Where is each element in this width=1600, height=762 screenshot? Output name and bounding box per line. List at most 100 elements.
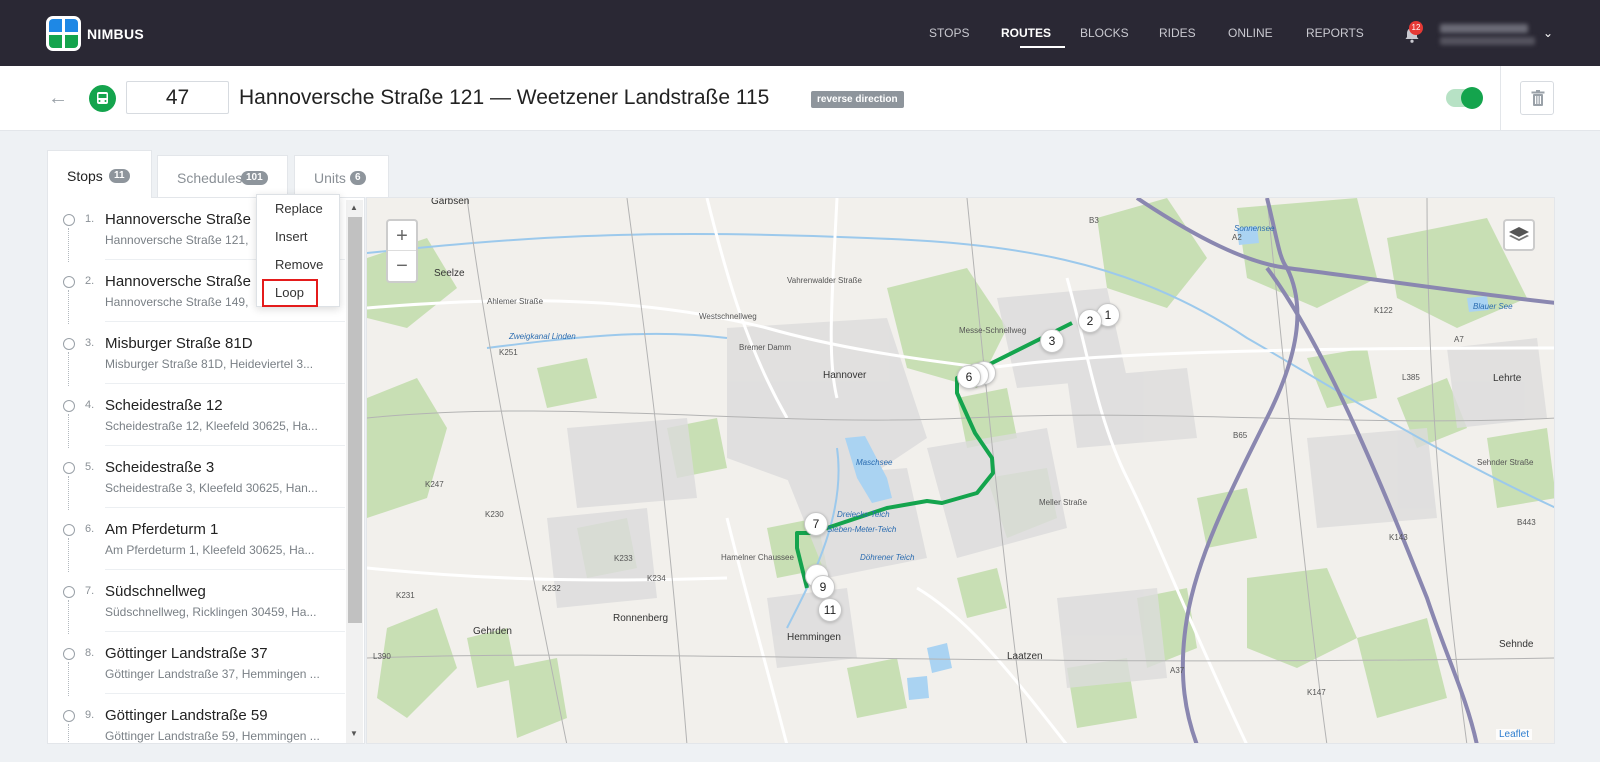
- top-navbar: NIMBUS STOPS ROUTES BLOCKS RIDES ONLINE …: [0, 0, 1600, 66]
- water-label: Maschsee: [856, 458, 893, 467]
- stop-marker-11[interactable]: 11: [818, 598, 842, 622]
- menu-item-insert[interactable]: Insert: [257, 223, 341, 251]
- stop-item[interactable]: 8. Göttinger Landstraße 37 Göttinger Lan…: [48, 632, 346, 696]
- stop-address: Scheidestraße 3, Kleefeld 30625, Han...: [105, 481, 318, 495]
- stop-address: Misburger Straße 81D, Heideviertel 3...: [105, 357, 314, 371]
- road-label: Meller Straße: [1039, 498, 1088, 507]
- direction-badge: reverse direction: [811, 91, 904, 108]
- layers-icon: [1509, 227, 1529, 241]
- water-label: Sieben-Meter-Teich: [827, 525, 897, 534]
- nav-blocks[interactable]: BLOCKS: [1080, 26, 1129, 40]
- stop-radio[interactable]: [63, 524, 75, 536]
- stop-number: 4.: [85, 399, 95, 411]
- nav-active-underline: [1020, 46, 1065, 48]
- stop-radio[interactable]: [63, 586, 75, 598]
- leaflet-attribution-link[interactable]: Leaflet: [1496, 729, 1533, 740]
- place-label: Seelze: [434, 268, 465, 279]
- stop-number: 5.: [85, 461, 95, 473]
- brand[interactable]: NIMBUS: [46, 16, 144, 51]
- stop-radio[interactable]: [63, 276, 75, 288]
- stop-item[interactable]: 9. Göttinger Landstraße 59 Göttinger Lan…: [48, 694, 346, 743]
- route-map[interactable]: Garbsen Seelze Hannover Ronnenberg Gehrd…: [366, 197, 1555, 744]
- stop-number: 9.: [85, 709, 95, 721]
- stop-marker-6[interactable]: 6: [957, 365, 981, 389]
- chevron-down-icon[interactable]: ⌄: [1543, 26, 1553, 40]
- stop-context-menu: Replace Insert Remove Loop: [256, 194, 340, 307]
- stop-number: 7.: [85, 585, 95, 597]
- scrollbar-thumb[interactable]: [348, 217, 362, 623]
- stop-address: Göttinger Landstraße 37, Hemmingen ...: [105, 667, 320, 681]
- stop-name: Göttinger Landstraße 37: [105, 645, 268, 662]
- tab-units-count: 6: [350, 171, 366, 185]
- stop-marker-7[interactable]: 7: [804, 512, 828, 536]
- stop-item[interactable]: 7. Südschnellweg Südschnellweg, Rickling…: [48, 570, 346, 634]
- map-tiles: [367, 198, 1554, 743]
- road-label: K122: [1374, 306, 1393, 315]
- user-menu[interactable]: [1440, 22, 1535, 48]
- nav-rides[interactable]: RIDES: [1159, 26, 1196, 40]
- road-label: K233: [614, 554, 633, 563]
- stop-item[interactable]: 5. Scheidestraße 3 Scheidestraße 3, Klee…: [48, 446, 346, 510]
- stop-radio[interactable]: [63, 338, 75, 350]
- header-divider: [1500, 66, 1501, 131]
- nav-stops[interactable]: STOPS: [929, 26, 969, 40]
- nav-online[interactable]: ONLINE: [1228, 26, 1273, 40]
- brand-name: NIMBUS: [87, 25, 145, 42]
- stop-name: Scheidestraße 12: [105, 397, 223, 414]
- layers-button[interactable]: [1503, 219, 1535, 251]
- road-label: K247: [425, 480, 444, 489]
- stop-radio[interactable]: [63, 400, 75, 412]
- stop-name: Göttinger Landstraße 59: [105, 707, 268, 724]
- stop-address: Am Pferdeturm 1, Kleefeld 30625, Ha...: [105, 543, 315, 557]
- stop-marker-2[interactable]: 2: [1078, 309, 1102, 333]
- tab-schedules[interactable]: Schedules 101: [157, 155, 288, 197]
- scroll-up-icon[interactable]: ▲: [350, 203, 358, 212]
- road-label: Hamelner Chaussee: [721, 553, 794, 562]
- water-label: Dreiecks-Teich: [837, 510, 890, 519]
- road-label: K251: [499, 348, 518, 357]
- stop-number: 6.: [85, 523, 95, 535]
- stop-radio[interactable]: [63, 462, 75, 474]
- tab-stops[interactable]: Stops 11: [47, 150, 152, 198]
- scroll-down-icon[interactable]: ▼: [350, 729, 358, 738]
- tab-stops-count: 11: [109, 169, 130, 183]
- nav-reports[interactable]: REPORTS: [1306, 26, 1364, 40]
- route-header: ← 47 Hannoversche Straße 121 — Weetzener…: [0, 66, 1600, 131]
- zoom-in-button[interactable]: +: [388, 221, 416, 251]
- road-label: B3: [1089, 216, 1099, 225]
- stop-marker-3[interactable]: 3: [1040, 329, 1064, 353]
- stop-address: Hannoversche Straße 121,: [105, 233, 249, 247]
- place-label: Sehnde: [1499, 639, 1534, 650]
- delete-route-button[interactable]: [1520, 81, 1554, 115]
- nav-routes[interactable]: ROUTES: [1001, 26, 1051, 40]
- stop-radio[interactable]: [63, 214, 75, 226]
- stop-item[interactable]: 6. Am Pferdeturm 1 Am Pferdeturm 1, Klee…: [48, 508, 346, 572]
- stop-address: Hannoversche Straße 149,: [105, 295, 249, 309]
- water-label: Zweigkanal Linden: [509, 332, 576, 341]
- road-label: L390: [373, 652, 391, 661]
- road-label: B443: [1517, 518, 1536, 527]
- stop-radio[interactable]: [63, 648, 75, 660]
- zoom-out-button[interactable]: −: [388, 251, 416, 281]
- stop-radio[interactable]: [63, 710, 75, 722]
- route-number-input[interactable]: 47: [126, 81, 229, 114]
- stop-marker-9[interactable]: 9: [811, 575, 835, 599]
- stop-item[interactable]: 3. Misburger Straße 81D Misburger Straße…: [48, 322, 346, 386]
- road-label: K232: [542, 584, 561, 593]
- stop-address: Scheidestraße 12, Kleefeld 30625, Ha...: [105, 419, 318, 433]
- water-label: Döhrener Teich: [860, 553, 915, 562]
- menu-item-remove[interactable]: Remove: [257, 251, 341, 279]
- back-arrow-icon[interactable]: ←: [48, 87, 68, 110]
- place-label: Ronnenberg: [613, 613, 669, 624]
- road-label: A7: [1454, 335, 1464, 344]
- stop-number: 2.: [85, 275, 95, 287]
- stop-name: Hannoversche Straße 1: [105, 211, 264, 228]
- stop-name: Misburger Straße 81D: [105, 335, 253, 352]
- route-active-toggle[interactable]: [1446, 87, 1483, 109]
- water-label: Sonnensee: [1234, 224, 1275, 233]
- menu-item-replace[interactable]: Replace: [257, 195, 341, 223]
- zoom-control: + −: [386, 219, 418, 283]
- stop-item[interactable]: 4. Scheidestraße 12 Scheidestraße 12, Kl…: [48, 384, 346, 448]
- tab-units[interactable]: Units 6: [294, 155, 389, 197]
- road-label: Bremer Damm: [739, 343, 792, 352]
